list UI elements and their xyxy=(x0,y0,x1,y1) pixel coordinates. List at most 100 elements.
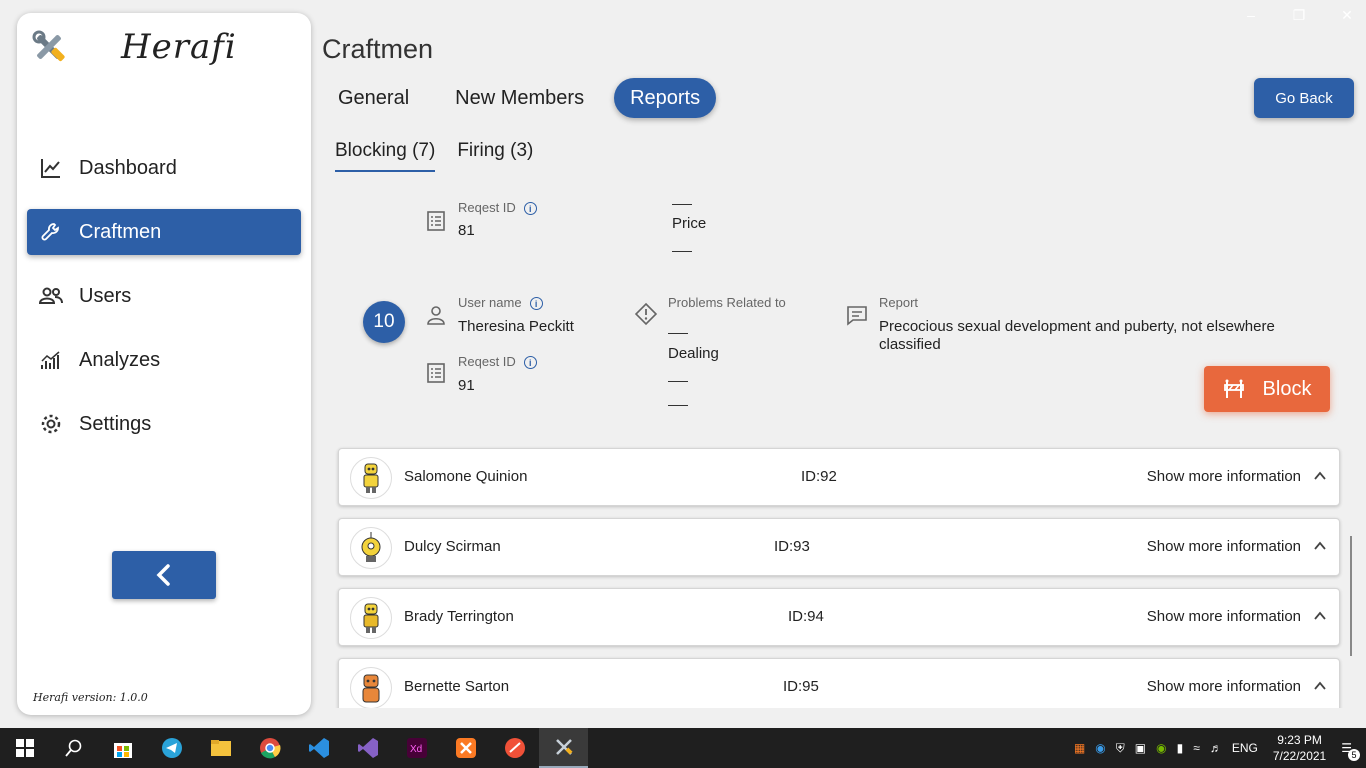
craftman-name: Brady Terrington xyxy=(404,608,514,625)
analytics-icon xyxy=(39,348,63,372)
svg-text:Xd: Xd xyxy=(410,744,422,755)
block-label: Block xyxy=(1262,377,1312,400)
swift-playgrounds-icon[interactable] xyxy=(490,728,539,768)
show-more-link[interactable]: Show more information xyxy=(1147,538,1301,555)
file-explorer-icon[interactable] xyxy=(196,728,245,768)
craftman-name: Bernette Sarton xyxy=(404,678,510,695)
report-text: Precocious sexual development and pubert… xyxy=(879,318,1275,353)
tab-general[interactable]: General xyxy=(322,78,425,118)
chevron-up-icon[interactable] xyxy=(1313,539,1327,553)
sidebar-item-dashboard[interactable]: Dashboard xyxy=(27,145,301,191)
craftman-row[interactable]: Brady Terrington ID:94 Show more informa… xyxy=(338,588,1340,646)
go-back-button[interactable]: Go Back xyxy=(1254,78,1354,118)
report-subtabs: Blocking (7) Firing (3) xyxy=(335,140,555,172)
robot-avatar-icon xyxy=(363,603,379,633)
user-name-label: User name i xyxy=(458,295,543,311)
sync-tray-icon[interactable]: ◉ xyxy=(1095,741,1105,755)
sidebar-item-craftmen[interactable]: Craftmen xyxy=(27,209,301,255)
chevron-up-icon[interactable] xyxy=(1313,609,1327,623)
request-id-label: Reqest ID i xyxy=(458,200,537,216)
sidebar-item-label: Settings xyxy=(79,412,152,435)
volume-icon[interactable]: ♬ xyxy=(1210,741,1222,755)
battery-icon[interactable]: ▮ xyxy=(1177,741,1184,755)
robot-avatar-icon xyxy=(362,674,380,703)
herafi-app-icon[interactable] xyxy=(539,728,588,768)
sidebar-item-settings[interactable]: Settings xyxy=(27,401,301,447)
craftman-id: ID:94 xyxy=(788,608,824,625)
chart-line-icon xyxy=(39,156,63,180)
windows-start-icon[interactable] xyxy=(0,728,49,768)
divider xyxy=(672,251,692,252)
tab-firing[interactable]: Firing (3) xyxy=(457,140,533,172)
info-icon[interactable]: i xyxy=(523,356,537,370)
window-controls: – ❐ ✕ xyxy=(1242,6,1356,24)
logo xyxy=(29,27,69,67)
warning-diamond-icon xyxy=(634,302,658,326)
collapse-sidebar-button[interactable] xyxy=(112,551,216,599)
comment-icon xyxy=(847,306,867,326)
block-button[interactable]: Block xyxy=(1204,366,1330,412)
adobe-xd-icon[interactable]: Xd xyxy=(392,728,441,768)
close-icon[interactable]: ✕ xyxy=(1338,6,1356,24)
user-name-value: Theresina Peckitt xyxy=(458,318,574,335)
divider xyxy=(668,381,688,382)
craftman-row[interactable]: Salomone Quinion ID:92 Show more informa… xyxy=(338,448,1340,506)
minimize-icon[interactable]: – xyxy=(1242,6,1260,24)
sidebar-item-analyzes[interactable]: Analyzes xyxy=(27,337,301,383)
store-icon[interactable] xyxy=(98,728,147,768)
sidebar-item-label: Dashboard xyxy=(79,156,177,179)
problem-value: Dealing xyxy=(668,345,719,362)
divider xyxy=(668,333,688,334)
search-icon[interactable] xyxy=(49,728,98,768)
language-indicator[interactable]: ENG xyxy=(1232,741,1258,755)
avatar xyxy=(350,457,392,499)
restore-icon[interactable]: ❐ xyxy=(1290,6,1308,24)
sidebar-item-label: Users xyxy=(79,284,132,307)
avatar xyxy=(350,667,392,708)
page-title: Craftmen xyxy=(322,34,434,64)
craftman-row[interactable]: Bernette Sarton ID:95 Show more informat… xyxy=(338,658,1340,708)
craftman-row[interactable]: Dulcy Scirman ID:93 Show more informatio… xyxy=(338,518,1340,576)
telegram-icon[interactable] xyxy=(147,728,196,768)
chevron-up-icon[interactable] xyxy=(1313,679,1327,693)
info-icon[interactable]: i xyxy=(529,297,543,311)
clock[interactable]: 9:23 PM 7/22/2021 xyxy=(1273,732,1326,764)
problems-label: Problems Related to xyxy=(668,295,786,310)
report-number-badge: 10 xyxy=(363,301,405,343)
chrome-icon[interactable] xyxy=(245,728,294,768)
sidebar-item-label: Craftmen xyxy=(79,220,162,243)
notifications-icon[interactable]: ☰ 5 xyxy=(1341,741,1360,761)
chevron-up-icon[interactable] xyxy=(1313,469,1327,483)
avatar xyxy=(350,527,392,569)
security-tray-icon[interactable]: ⛨ xyxy=(1116,741,1125,756)
divider xyxy=(672,204,692,205)
request-id-label: Reqest ID i xyxy=(458,354,537,370)
vscode-icon[interactable] xyxy=(294,728,343,768)
system-tray: ▦ ◉ ⛨ ▣ ◉ ▮ ≈ ♬ ENG 9:23 PM 7/22/2021 ☰ 5 xyxy=(1069,728,1366,768)
problem-value: Price xyxy=(672,215,707,232)
xampp-icon[interactable] xyxy=(441,728,490,768)
show-more-link[interactable]: Show more information xyxy=(1147,678,1301,695)
sidebar-item-label: Analyzes xyxy=(79,348,161,371)
notifications-count: 5 xyxy=(1348,749,1360,761)
show-more-link[interactable]: Show more information xyxy=(1147,608,1301,625)
tab-reports[interactable]: Reports xyxy=(614,78,717,118)
monitor-tray-icon[interactable]: ▣ xyxy=(1135,741,1146,755)
xampp-tray-icon[interactable]: ▦ xyxy=(1074,741,1085,755)
sidebar-item-users[interactable]: Users xyxy=(27,273,301,319)
wifi-icon[interactable]: ≈ xyxy=(1193,741,1200,755)
clock-date: 7/22/2021 xyxy=(1272,749,1327,763)
sidebar: Herafi Dashboard Craftmen Users Analyzes xyxy=(17,13,311,715)
tab-new-members[interactable]: New Members xyxy=(439,78,600,118)
robot-avatar-icon xyxy=(363,463,379,493)
tab-blocking[interactable]: Blocking (7) xyxy=(335,140,436,172)
report-label: Report xyxy=(879,295,919,310)
content-scrollbar[interactable] xyxy=(1350,536,1352,656)
craftman-id: ID:95 xyxy=(783,678,819,695)
divider xyxy=(668,405,688,406)
info-icon[interactable]: i xyxy=(523,202,537,216)
nvidia-tray-icon[interactable]: ◉ xyxy=(1156,741,1166,755)
show-more-link[interactable]: Show more information xyxy=(1147,468,1301,485)
receipt-icon xyxy=(427,363,445,383)
visual-studio-icon[interactable] xyxy=(343,728,392,768)
